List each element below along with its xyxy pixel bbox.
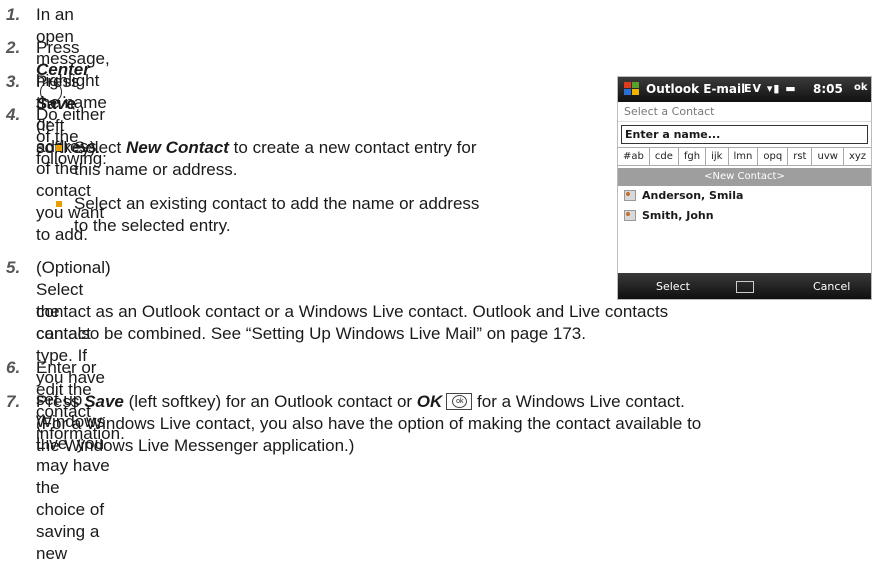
softkey-bar: Select Cancel bbox=[618, 273, 871, 299]
tab-xyz[interactable]: xyz bbox=[844, 148, 871, 165]
bullet-marker bbox=[56, 145, 62, 151]
tab-lmn[interactable]: lmn bbox=[729, 148, 759, 165]
contact-name: Smith, John bbox=[642, 209, 714, 222]
tab-fgh[interactable]: fgh bbox=[679, 148, 707, 165]
step-number: 6. bbox=[6, 358, 21, 377]
step-text: Press Save (left softkey) for an Outlook… bbox=[36, 391, 701, 457]
ok-key-icon bbox=[446, 393, 473, 410]
windows-logo-icon bbox=[624, 82, 640, 96]
phone-subtitle: Select a Contact bbox=[618, 102, 871, 122]
bullet-marker bbox=[56, 201, 62, 207]
tab-ijk[interactable]: ijk bbox=[706, 148, 729, 165]
new-contact-item[interactable]: <New Contact> bbox=[618, 168, 871, 186]
step-number: 2. bbox=[6, 38, 21, 57]
name-search-input[interactable]: Enter a name... bbox=[621, 125, 868, 144]
tab-uvw[interactable]: uvw bbox=[812, 148, 844, 165]
alphabet-tabs: #ab cde fgh ijk lmn opq rst uvw xyz bbox=[618, 147, 871, 166]
contact-list-item[interactable]: Anderson, Smila bbox=[618, 186, 871, 206]
tab-opq[interactable]: opq bbox=[758, 148, 789, 165]
step-number: 4. bbox=[6, 105, 21, 124]
keyboard-icon[interactable] bbox=[736, 281, 754, 293]
contact-card-icon bbox=[624, 210, 636, 221]
tab-ab[interactable]: #ab bbox=[618, 148, 650, 165]
phone-title-bar: Outlook E-mail EV ▾▮ ▬ 8:05 ok bbox=[618, 77, 871, 102]
contact-card-icon bbox=[624, 190, 636, 201]
status-icons: EV ▾▮ ▬ bbox=[744, 82, 797, 95]
tab-cde[interactable]: cde bbox=[650, 148, 679, 165]
phone-app-title: Outlook E-mail bbox=[646, 82, 746, 96]
phone-screenshot: Outlook E-mail EV ▾▮ ▬ 8:05 ok Select a … bbox=[617, 76, 872, 300]
step-5-continued: contact as an Outlook contact or a Windo… bbox=[36, 302, 669, 343]
step-number: 3. bbox=[6, 72, 21, 91]
step-number: 5. bbox=[6, 258, 21, 277]
ok-button[interactable]: ok bbox=[854, 82, 868, 93]
bullet-text: Select New Contact to create a new conta… bbox=[74, 138, 477, 179]
step-number: 7. bbox=[6, 392, 21, 411]
contact-name: Anderson, Smila bbox=[642, 189, 744, 202]
softkey-select[interactable]: Select bbox=[656, 280, 690, 293]
phone-clock: 8:05 bbox=[813, 82, 843, 96]
softkey-cancel[interactable]: Cancel bbox=[813, 280, 850, 293]
step-number: 1. bbox=[6, 5, 21, 24]
contact-list-item[interactable]: Smith, John bbox=[618, 206, 871, 226]
bullet-text: Select an existing contact to add the na… bbox=[74, 194, 480, 235]
tab-rst[interactable]: rst bbox=[788, 148, 813, 165]
